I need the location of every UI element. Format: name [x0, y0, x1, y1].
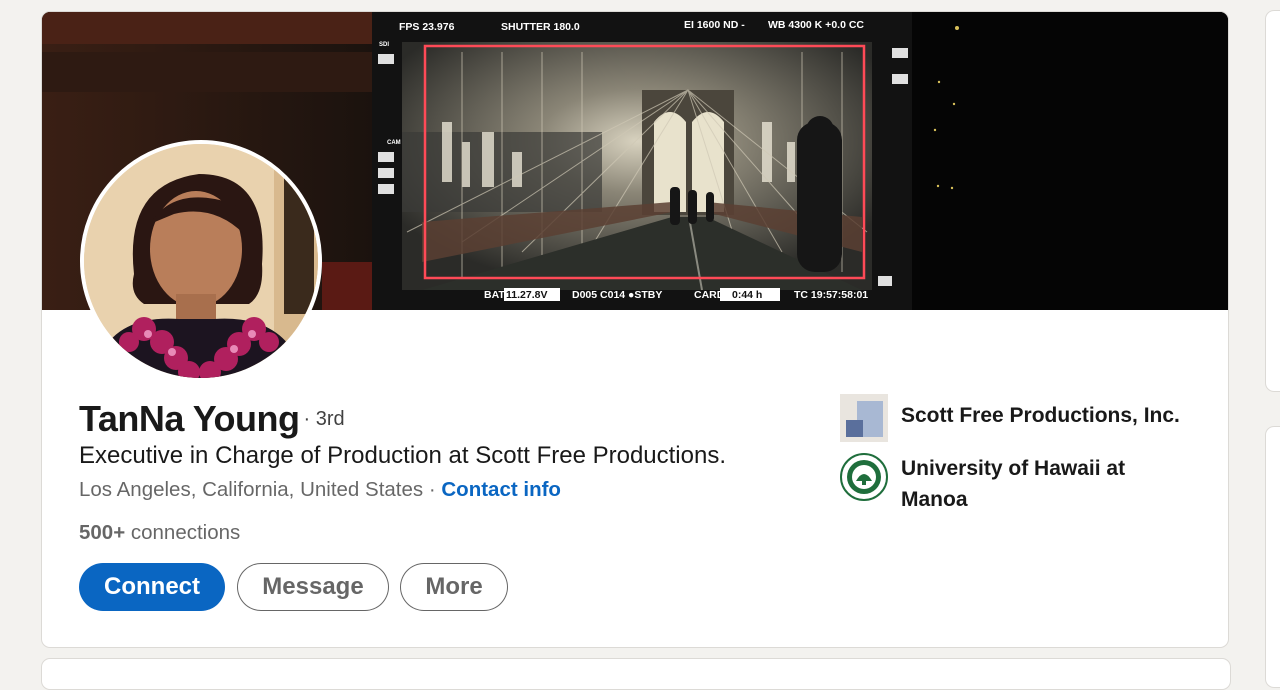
banner-osd-shutter: SHUTTER 180.0 [501, 21, 580, 33]
connections-label: connections [125, 521, 241, 544]
connect-button[interactable]: Connect [79, 563, 225, 611]
banner-osd-side-2: CAM [387, 140, 401, 146]
connections-count: 500+ [79, 521, 126, 544]
connection-degree: · 3rd [303, 408, 345, 430]
sidebar-card-bottom [1265, 426, 1280, 688]
profile-location: Los Angeles, California, United States [79, 478, 424, 501]
banner-osd-clip: D005 C014 ●STBY [572, 289, 662, 301]
banner-osd-bat: BAT [484, 289, 505, 301]
avatar-photo [84, 144, 318, 378]
more-button[interactable]: More [400, 563, 508, 611]
connections-count-row[interactable]: 500+ connections [79, 521, 240, 545]
profile-name: TanNa Young [79, 398, 300, 439]
next-section-card [41, 658, 1231, 690]
profile-location-row: Los Angeles, California, United States ·… [79, 478, 561, 502]
sidebar-card-top [1265, 10, 1280, 392]
banner-osd-bat-val: 11.27.8V [506, 289, 547, 301]
profile-card: FPS 23.976 SHUTTER 180.0 EI 1600 ND - WB… [41, 11, 1229, 648]
education-school-name: University of Hawaii at Manoa [901, 457, 1126, 511]
banner-osd-fps: FPS 23.976 [399, 21, 455, 33]
banner-osd-wb: WB 4300 K +0.0 CC [768, 19, 864, 31]
profile-headline: Executive in Charge of Production at Sco… [79, 442, 727, 469]
current-company-link[interactable]: Scott Free Productions, Inc. [840, 394, 1201, 442]
location-separator: · [423, 478, 442, 501]
university-seal-icon [840, 453, 888, 501]
banner-osd-ei: EI 1600 ND - [684, 19, 745, 31]
banner-osd-side-1: SDI [379, 42, 389, 48]
education-school-link[interactable]: University of Hawaii at Manoa [840, 453, 1151, 515]
contact-info-link[interactable]: Contact info [441, 478, 561, 501]
profile-avatar[interactable] [80, 140, 322, 382]
banner-osd-tc: TC 19:57:58:01 [794, 289, 868, 301]
profile-name-row: TanNa Young · 3rd [79, 398, 345, 440]
current-company-name: Scott Free Productions, Inc. [901, 404, 1180, 427]
message-button[interactable]: Message [237, 563, 389, 611]
banner-osd-card-val: 0:44 h [732, 289, 762, 301]
company-logo-icon [840, 394, 888, 442]
